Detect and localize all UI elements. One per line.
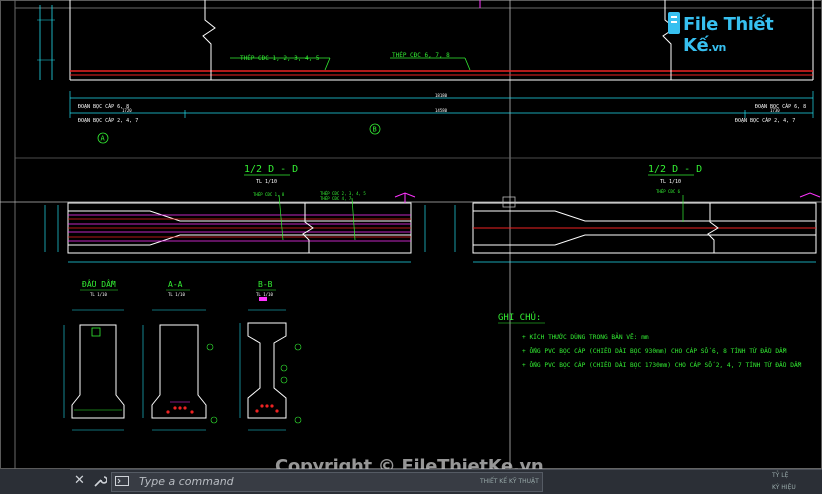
section-right-title: 1/2 D - D xyxy=(648,164,702,175)
section-left-title: 1/2 D - D xyxy=(244,164,298,175)
b-b-marker xyxy=(259,297,267,301)
marker-b: B xyxy=(373,126,377,134)
cross-section-a-a xyxy=(142,309,218,431)
half-section-left xyxy=(44,192,426,263)
steel-label-right: THÉP CĐC 6, 7, 8 xyxy=(392,51,450,59)
dim-18180: 18180 xyxy=(435,93,448,98)
steel-label-left: THÉP CĐC 1, 2, 3, 4, 5 xyxy=(240,54,320,62)
cross-section-title-1: ĐẦU DẦM xyxy=(82,278,116,289)
section-right-note1: THÉP CĐC 6 xyxy=(656,189,681,194)
command-input[interactable] xyxy=(139,472,519,490)
note-item-2: + ỐNG PVC BỌC CÁP (CHIỀU DÀI BỌC 930mm) … xyxy=(522,346,787,355)
left-tab-area xyxy=(0,469,70,493)
section-left-note1: THÉP CĐC 1, 8 xyxy=(253,192,285,197)
cross-section-scale-2: TL 1/10 xyxy=(168,292,185,297)
seg-label-left-1: ĐOẠN BỌC CÁP 6, 8 xyxy=(78,103,129,110)
seg-label-right-1: ĐOẠN BỌC CÁP 6, 8 xyxy=(755,103,806,110)
brand-logo: File Thiết Kế.vn xyxy=(667,6,815,56)
cross-section-dau-dam xyxy=(63,309,125,431)
brand-name: File Thiết Kế.vn xyxy=(683,14,774,56)
dim-14580: 14580 xyxy=(435,108,448,113)
marker-a: A xyxy=(101,135,106,143)
wrench-icon[interactable] xyxy=(93,474,107,488)
close-icon[interactable]: ✕ xyxy=(74,473,85,488)
section-right-scale: TL 1/10 xyxy=(660,179,681,185)
section-left-note3: THÉP CĐC 4, 7 xyxy=(320,196,352,201)
notes-heading: GHI CHÚ: xyxy=(498,311,541,323)
title-block-right-2: KÝ HIỆU xyxy=(772,484,796,491)
title-block-center: THIẾT KẾ KỸ THUẬT xyxy=(480,478,539,485)
cad-drawing-canvas[interactable]: THÉP CĐC 1, 2, 3, 4, 5 THÉP CĐC 6, 7, 8 … xyxy=(0,0,822,493)
note-item-1: + KÍCH THƯỚC DÙNG TRONG BẢN VẼ: mm xyxy=(522,332,649,341)
cross-section-title-3: B-B xyxy=(258,280,273,289)
command-icon xyxy=(115,476,129,486)
cross-section-scale-3: TL 1/10 xyxy=(256,292,273,297)
logo-icon xyxy=(668,12,680,34)
cross-section-scale-1: TL 1/10 xyxy=(90,292,107,297)
seg-label-right-2: ĐOẠN BỌC CÁP 2, 4, 7 xyxy=(735,117,795,124)
cross-section-title-2: A-A xyxy=(168,280,183,289)
title-block-right-1: TỶ LỆ xyxy=(772,472,789,479)
seg-label-left-2: ĐOẠN BỌC CÁP 2, 4, 7 xyxy=(78,117,138,124)
cross-section-b-b xyxy=(239,309,302,431)
note-item-3: + ỐNG PVC BỌC CÁP (CHIỀU DÀI BỌC 1730mm)… xyxy=(522,360,802,369)
section-left-scale: TL 1/10 xyxy=(256,179,277,185)
